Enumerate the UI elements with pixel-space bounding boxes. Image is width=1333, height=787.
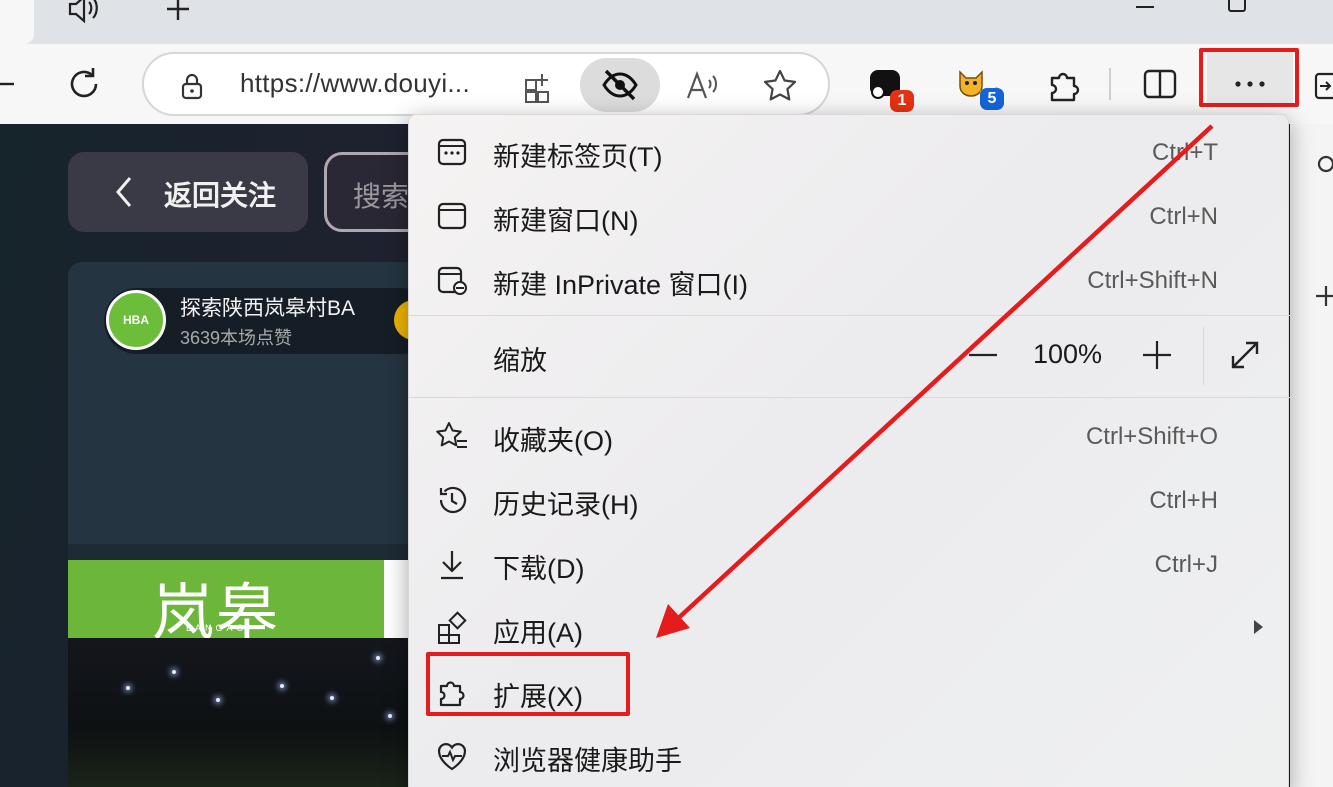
chevron-left-icon — [112, 174, 136, 210]
extension-1-badge: 1 — [890, 90, 914, 112]
more-button-highlight-box — [1199, 48, 1299, 107]
light-dot — [126, 686, 130, 690]
app-available-icon[interactable] — [522, 68, 558, 104]
search-placeholder: 搜索 — [353, 181, 410, 212]
live-streamer-info[interactable]: HBA 探索陕西岚皋村BA 3639本场点赞 — [104, 288, 418, 354]
lock-icon[interactable] — [178, 72, 206, 100]
new-tab-plus-icon[interactable] — [158, 0, 198, 30]
night-scene — [68, 638, 418, 787]
browser-window: https://www.douyi... 1 5 返回关注 搜索 HBA 探索陕… — [0, 0, 1333, 787]
menu-item-label: 下载(D) — [493, 554, 585, 584]
right-side-panel — [1290, 124, 1333, 787]
search-icon[interactable] — [1314, 154, 1333, 178]
menu-item-new-window[interactable]: 新建窗口(N) Ctrl+N — [409, 183, 1290, 247]
extensions-puzzle-icon[interactable] — [1044, 64, 1084, 104]
tab-strip — [0, 0, 1333, 44]
favorite-star-icon[interactable] — [760, 66, 800, 106]
light-dot — [388, 714, 392, 718]
zoom-separator — [1203, 327, 1204, 385]
apps-icon — [435, 611, 469, 645]
minimize-icon[interactable] — [1130, 0, 1160, 14]
avatar-logo-text: HBA — [123, 313, 149, 327]
menu-item-label: 应用(A) — [493, 618, 583, 648]
favorites-icon — [435, 419, 469, 453]
menu-item-new-inprivate-window[interactable]: 新建 InPrivate 窗口(I) Ctrl+Shift+N — [409, 247, 1290, 311]
menu-item-shortcut: Ctrl+T — [1152, 139, 1218, 166]
menu-item-label: 新建标签页(T) — [493, 142, 663, 172]
light-dot — [172, 670, 176, 674]
streamer-avatar[interactable]: HBA — [106, 290, 166, 350]
download-icon — [435, 547, 469, 581]
menu-item-browser-health[interactable]: 浏览器健康助手 — [409, 723, 1290, 787]
menu-item-history[interactable]: 历史记录(H) Ctrl+H — [409, 467, 1290, 531]
light-dot — [330, 696, 334, 700]
zoom-out-icon[interactable] — [965, 337, 1001, 373]
back-arrow-icon[interactable] — [0, 62, 24, 106]
menu-item-downloads[interactable]: 下载(D) Ctrl+J — [409, 531, 1290, 595]
url-text[interactable]: https://www.douyi... — [240, 68, 470, 99]
streamer-name: 探索陕西岚皋村BA — [180, 297, 356, 320]
live-video-player[interactable]: HBA 探索陕西岚皋村BA 3639本场点赞 岚皋 LANGAO — [68, 262, 418, 787]
menu-item-shortcut: Ctrl+J — [1154, 551, 1218, 578]
split-screen-icon[interactable] — [1140, 66, 1180, 102]
menu-item-favorites[interactable]: 收藏夹(O) Ctrl+Shift+O — [409, 403, 1290, 467]
menu-item-label: 新建 InPrivate 窗口(I) — [493, 270, 749, 300]
menu-item-shortcut: Ctrl+Shift+N — [1087, 267, 1218, 294]
back-to-following-label: 返回关注 — [164, 180, 277, 211]
sidebar-toggle-icon[interactable] — [1310, 68, 1333, 104]
banner-subtext: LANGAO — [186, 623, 248, 633]
tracking-prevention-button[interactable] — [580, 58, 660, 112]
light-dot — [376, 656, 380, 660]
new-window-icon — [435, 199, 469, 233]
menu-item-shortcut: Ctrl+H — [1149, 487, 1218, 514]
maximize-icon[interactable] — [1222, 0, 1252, 16]
menu-item-shortcut: Ctrl+Shift+O — [1085, 423, 1218, 450]
menu-item-shortcut: Ctrl+N — [1149, 203, 1218, 230]
streamer-likes: 3639本场点赞 — [180, 328, 293, 348]
health-icon — [435, 739, 469, 773]
toolbar: https://www.douyi... 1 5 — [0, 44, 1333, 124]
address-bar[interactable]: https://www.douyi... — [142, 52, 830, 116]
extensions-highlight-box — [426, 652, 630, 716]
zoom-label: 缩放 — [493, 346, 547, 376]
light-dot — [216, 698, 220, 702]
menu-item-label: 新建窗口(N) — [493, 206, 639, 236]
zoom-value: 100% — [1033, 339, 1103, 369]
plus-icon[interactable] — [1314, 284, 1333, 308]
refresh-icon[interactable] — [62, 62, 106, 106]
read-aloud-icon[interactable] — [682, 68, 722, 104]
new-tab-icon — [435, 135, 469, 169]
video-top-area: HBA 探索陕西岚皋村BA 3639本场点赞 — [68, 262, 418, 544]
extension-2-cat-icon[interactable]: 5 — [952, 64, 1006, 112]
menu-item-label: 浏览器健康助手 — [493, 746, 682, 776]
inprivate-icon — [435, 263, 469, 297]
menu-separator — [409, 397, 1290, 398]
menu-separator — [409, 315, 1290, 316]
active-tab[interactable] — [0, 0, 34, 44]
zoom-in-icon[interactable] — [1139, 337, 1175, 373]
video-banner: 岚皋 LANGAO — [68, 560, 384, 649]
menu-item-label: 历史记录(H) — [493, 490, 639, 520]
menu-item-label: 收藏夹(O) — [493, 426, 613, 456]
speaker-icon[interactable] — [64, 0, 104, 30]
fullscreen-icon[interactable] — [1227, 337, 1263, 373]
submenu-arrow-icon — [1251, 617, 1265, 637]
history-icon — [435, 483, 469, 517]
back-to-following-button[interactable]: 返回关注 — [68, 152, 308, 232]
extension-2-badge: 5 — [980, 88, 1004, 110]
menu-item-apps[interactable]: 应用(A) — [409, 595, 1290, 659]
menu-item-new-tab[interactable]: 新建标签页(T) Ctrl+T — [409, 119, 1290, 183]
toolbar-separator — [1109, 68, 1111, 100]
extension-1-icon[interactable]: 1 — [866, 66, 916, 112]
light-dot — [280, 684, 284, 688]
